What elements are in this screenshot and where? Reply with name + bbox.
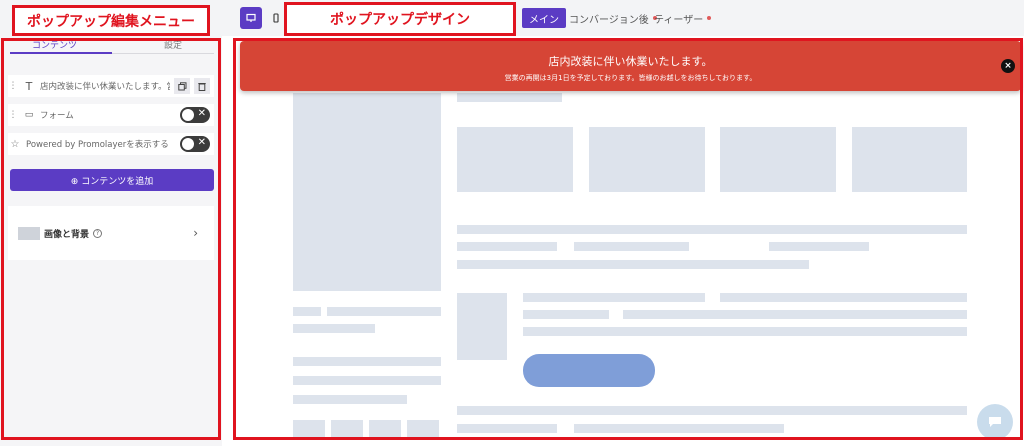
skeleton-line [457, 406, 967, 415]
skeleton-line [623, 310, 967, 319]
skeleton-block [457, 293, 507, 360]
active-tab-underline [10, 52, 112, 54]
add-content-button[interactable]: ⊕ コンテンツを追加 [10, 169, 214, 191]
chat-icon [989, 417, 1001, 427]
skeleton-line [457, 93, 562, 102]
add-content-label: ⊕ コンテンツを追加 [70, 176, 154, 187]
skeleton-line [574, 242, 689, 251]
skeleton-card [720, 127, 836, 192]
delete-button[interactable] [194, 78, 210, 94]
content-row-label: Powered by Promolayerを表示する [26, 140, 169, 150]
tab-teaser[interactable]: ティーザー [647, 8, 718, 28]
image-thumbnail-icon [18, 226, 40, 240]
banner-subtitle: 営業の再開は3月1日を予定しております。皆様のお越しをお待ちしております。 [504, 74, 757, 82]
drag-handle-icon[interactable]: ⋮ [8, 81, 18, 91]
drag-handle-icon[interactable]: ⋮ [8, 110, 18, 120]
banner-close-button[interactable]: × [1001, 59, 1015, 73]
toggle-knob [182, 109, 194, 121]
content-row-form[interactable]: ⋮ ▭ フォーム ✕ [8, 104, 214, 126]
annotation-editor-menu-text: ポップアップ編集メニュー [27, 13, 195, 30]
skeleton-line [293, 307, 321, 316]
form-toggle[interactable]: ✕ [180, 107, 210, 123]
skeleton-cta-button [523, 354, 655, 387]
skeleton-line [523, 310, 609, 319]
text-icon: T [25, 79, 33, 93]
tab-main-label: メイン [529, 14, 559, 26]
skeleton-line [457, 260, 809, 269]
skeleton-line [523, 327, 967, 336]
banner-title: 店内改装に伴い休業いたします。 [548, 55, 713, 68]
skeleton-line [327, 307, 441, 316]
skeleton-line [293, 376, 441, 385]
content-row-text[interactable]: ⋮ T 店内改装に伴い休業いたします。営… [8, 75, 214, 97]
image-background-section[interactable]: 画像と背景 ? › [8, 206, 214, 260]
chat-widget-button[interactable] [977, 404, 1013, 440]
trash-icon [198, 82, 206, 91]
tab-contents[interactable]: コンテンツ [32, 38, 77, 51]
form-icon: ▭ [24, 110, 34, 120]
tab-teaser-label: ティーザー [654, 14, 704, 26]
skeleton-line [457, 242, 557, 251]
skeleton-thumb [331, 420, 363, 440]
close-icon: ✕ [197, 108, 206, 119]
annotation-design: ポップアップデザイン [284, 2, 516, 36]
desktop-view-button[interactable] [240, 7, 262, 29]
tab-settings-label: 設定 [164, 41, 183, 51]
skeleton-line [769, 242, 869, 251]
skeleton-line [293, 324, 375, 333]
skeleton-card [457, 127, 573, 192]
help-icon[interactable]: ? [93, 228, 103, 238]
smartphone-icon [273, 13, 279, 23]
close-icon: ✕ [197, 137, 206, 148]
skeleton-line [457, 225, 967, 234]
tab-divider [112, 53, 214, 54]
toggle-knob [182, 138, 194, 150]
annotation-editor-menu: ポップアップ編集メニュー [12, 5, 210, 36]
popup-banner[interactable]: 店内改装に伴い休業いたします。 営業の再開は3月1日を予定しております。皆様のお… [240, 41, 1021, 91]
content-row-label: フォーム [40, 111, 74, 121]
skeleton-thumb [407, 420, 439, 440]
tab-main[interactable]: メイン [522, 8, 566, 28]
skeleton-line [574, 424, 784, 433]
skeleton-line [293, 395, 407, 404]
tab-after-conversion-label: コンバージョン後 [569, 14, 649, 26]
skeleton-card [589, 127, 705, 192]
monitor-icon [246, 13, 256, 22]
skeleton-block [293, 93, 441, 291]
duplicate-button[interactable] [174, 78, 190, 94]
chevron-right-icon[interactable]: › [193, 226, 198, 240]
content-row-label: 店内改装に伴い休業いたします。営… [40, 82, 170, 92]
powered-by-toggle[interactable]: ✕ [180, 136, 210, 152]
skeleton-line [457, 424, 557, 433]
status-dot [707, 16, 712, 20]
tab-settings[interactable]: 設定 [164, 38, 182, 51]
skeleton-card [852, 127, 967, 192]
star-icon: ☆ [10, 138, 20, 150]
popup-preview [236, 38, 1020, 440]
copy-icon [177, 81, 186, 90]
skeleton-thumb [369, 420, 401, 440]
skeleton-line [293, 357, 441, 366]
skeleton-line [523, 293, 705, 302]
skeleton-thumb [293, 420, 325, 440]
skeleton-line [720, 293, 967, 302]
tab-contents-label: コンテンツ [32, 41, 78, 51]
content-row-powered-by[interactable]: ☆ Powered by Promolayerを表示する ✕ [8, 133, 214, 155]
section-label: 画像と背景 [44, 229, 90, 240]
annotation-design-text: ポップアップデザイン [330, 12, 470, 28]
close-icon: × [1004, 61, 1012, 71]
